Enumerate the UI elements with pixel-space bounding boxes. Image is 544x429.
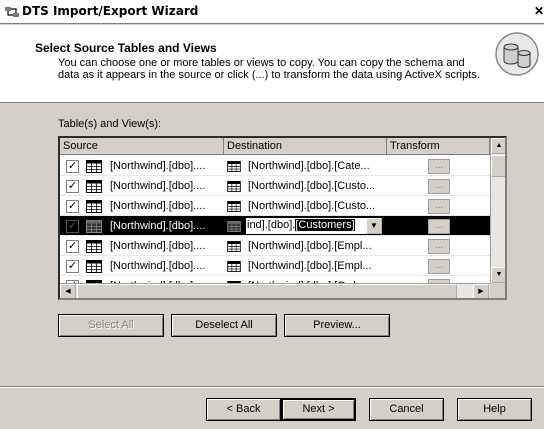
row-checkbox[interactable]: ✓ (66, 260, 79, 273)
horizontal-scroll-thumb[interactable] (77, 284, 457, 298)
wizard-window: DTS Import/Export Wizard ✕ Select Source… (0, 0, 544, 429)
table-row[interactable]: ✓ [Northwind].[dbo].... [Northwind].[dbo… (60, 256, 490, 276)
select-all-button[interactable]: Select All (58, 314, 164, 337)
horizontal-scrollbar[interactable]: ◀ ▶ (60, 283, 490, 298)
transform-button[interactable]: ... (428, 159, 450, 174)
table-icon (227, 201, 241, 212)
table-row[interactable]: ✓ [Northwind].[dbo].... [Northwind].[dbo… (60, 236, 490, 256)
close-icon[interactable]: ✕ (534, 4, 544, 20)
source-cell[interactable]: [Northwind].[dbo].... (110, 220, 222, 232)
vertical-scroll-thumb[interactable] (491, 155, 505, 177)
next-button[interactable]: Next > (281, 398, 356, 421)
scroll-right-icon[interactable]: ▶ (473, 284, 489, 298)
vertical-scrollbar[interactable]: ▲ ▼ (490, 138, 505, 283)
destination-cell[interactable]: [Northwind].[dbo].[Custo... (248, 200, 388, 212)
scroll-up-icon[interactable]: ▲ (491, 138, 505, 154)
wizard-header: Select Source Tables and Views You can c… (0, 25, 544, 103)
destination-cell[interactable]: [Northwind].[dbo].[Empl... (248, 240, 388, 252)
page-description: You can choose one or more tables or vie… (58, 57, 480, 81)
cancel-button[interactable]: Cancel (369, 398, 444, 421)
column-header-destination[interactable]: Destination (224, 138, 387, 155)
table-icon (86, 180, 102, 193)
grid-label: Table(s) and View(s): (58, 118, 162, 130)
row-checkbox[interactable]: ✓ (66, 160, 79, 173)
database-cylinders-icon (495, 32, 539, 76)
transform-button[interactable]: ... (428, 259, 450, 274)
table-icon (86, 260, 102, 273)
window-title: DTS Import/Export Wizard (22, 4, 199, 18)
source-cell[interactable]: [Northwind].[dbo].... (110, 240, 222, 252)
table-icon (227, 241, 241, 252)
tables-grid[interactable]: Source Destination Transform ✓ [Northwin… (58, 136, 507, 300)
table-row[interactable]: ✓ [Northwind].[dbo].... [Northwind].[dbo… (60, 156, 490, 176)
scroll-down-icon[interactable]: ▼ (491, 267, 505, 283)
source-cell[interactable]: [Northwind].[dbo].... (110, 180, 222, 192)
source-cell[interactable]: [Northwind].[dbo].... (110, 260, 222, 272)
row-checkbox[interactable]: ✓ (66, 220, 79, 233)
table-row[interactable]: ✓ [Northwind].[dbo].... [Northwind].[dbo… (60, 196, 490, 216)
wizard-app-icon (5, 7, 19, 17)
table-icon (86, 240, 102, 253)
table-icon (227, 221, 241, 232)
row-checkbox[interactable]: ✓ (66, 180, 79, 193)
transform-button[interactable]: ... (428, 219, 450, 234)
transform-button[interactable]: ... (428, 199, 450, 214)
transform-button[interactable]: ... (428, 179, 450, 194)
help-button[interactable]: Help (457, 398, 532, 421)
table-row[interactable]: ✓ [Northwind].[dbo].... ind].[dbo].[Cust… (60, 216, 490, 236)
source-cell[interactable]: [Northwind].[dbo].... (110, 200, 222, 212)
title-bar[interactable]: DTS Import/Export Wizard ✕ (0, 0, 544, 24)
destination-prefix: ind].[dbo]. (247, 219, 296, 231)
destination-selected-text: [Customers] (295, 219, 355, 231)
scrollbar-corner (490, 283, 505, 298)
destination-cell[interactable]: [Northwind].[dbo].[Cate... (248, 160, 388, 172)
scroll-left-icon[interactable]: ◀ (60, 284, 76, 298)
row-checkbox[interactable]: ✓ (66, 240, 79, 253)
destination-edit-field[interactable]: ind].[dbo].[Customers] (246, 218, 366, 234)
table-icon (227, 261, 241, 272)
deselect-all-button[interactable]: Deselect All (171, 314, 277, 337)
preview-button[interactable]: Preview... (284, 314, 390, 337)
footer-separator (0, 386, 544, 388)
row-checkbox[interactable]: ✓ (66, 200, 79, 213)
table-icon (86, 200, 102, 213)
dropdown-arrow-icon[interactable]: ▼ (366, 218, 382, 234)
table-row[interactable]: ✓ [Northwind].[dbo].... [Northwind].[dbo… (60, 176, 490, 196)
page-title: Select Source Tables and Views (35, 41, 217, 55)
back-button[interactable]: < Back (206, 398, 281, 421)
source-cell[interactable]: [Northwind].[dbo].... (110, 160, 222, 172)
column-header-source[interactable]: Source (60, 138, 224, 155)
destination-cell[interactable]: [Northwind].[dbo].[Empl... (248, 260, 388, 272)
table-icon (227, 181, 241, 192)
table-icon (227, 161, 241, 172)
transform-button[interactable]: ... (428, 239, 450, 254)
column-header-transform[interactable]: Transform (387, 138, 490, 155)
table-icon (86, 220, 102, 233)
table-icon (86, 160, 102, 173)
destination-cell[interactable]: [Northwind].[dbo].[Custo... (248, 180, 388, 192)
